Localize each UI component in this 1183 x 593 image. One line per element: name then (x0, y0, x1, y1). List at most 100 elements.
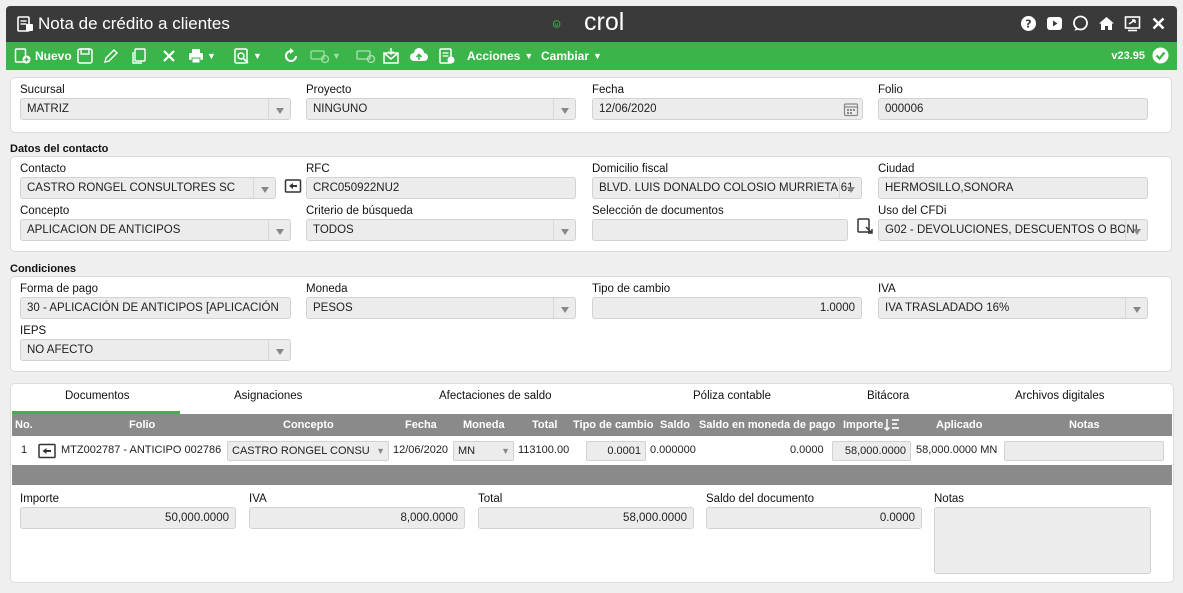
row-notas-input[interactable] (1004, 441, 1164, 461)
tab-archivos-digitales[interactable]: Archivos digitales (1015, 390, 1104, 402)
copy-document-icon[interactable] (130, 47, 148, 65)
domicilio-select[interactable]: BLVD. LUIS DONALDO COLOSIO MURRIETA 61 (592, 177, 862, 199)
proyecto-value: NINGUNO (313, 103, 368, 115)
moneda-select[interactable]: PESOS (306, 297, 576, 319)
seleccion-input[interactable] (592, 219, 848, 241)
tab-documentos[interactable]: Documentos (65, 390, 130, 402)
add-relation-icon (310, 50, 330, 64)
open-document-icon[interactable] (38, 443, 56, 459)
seleccion-label: Selección de documentos (592, 205, 724, 217)
ciudad-input[interactable]: HERMOSILLO,SONORA (878, 177, 1148, 199)
chevron-down-icon (553, 99, 575, 119)
fecha-input[interactable]: 12/06/2020 (592, 98, 863, 120)
video-icon[interactable] (1046, 15, 1063, 32)
contacto-value: CASTRO RONGEL CONSULTORES SC (27, 182, 236, 194)
col-tipo-cambio[interactable]: Tipo de cambio (573, 419, 653, 431)
send-email-icon[interactable] (382, 47, 400, 65)
col-saldo-moneda-pago[interactable]: Saldo en moneda de pago (699, 419, 835, 431)
home-icon[interactable] (1098, 15, 1115, 32)
cloud-upload-icon[interactable] (409, 47, 429, 65)
edit-icon[interactable] (102, 47, 120, 65)
grid-footer-bar (12, 465, 1172, 485)
cambiar-menu[interactable]: Cambiar ▼ (541, 47, 602, 65)
row-tipo-cambio-input[interactable]: 0.0001 (586, 441, 646, 461)
col-moneda[interactable]: Moneda (463, 419, 505, 431)
tab-poliza-contable[interactable]: Póliza contable (693, 390, 771, 402)
col-total[interactable]: Total (532, 419, 557, 431)
row-concepto-select[interactable]: CASTRO RONGEL CONSULTORES SC ▼ (227, 441, 389, 461)
row-concepto: CASTRO RONGEL CONSULTORES SC (232, 445, 370, 457)
close-icon[interactable] (1150, 15, 1167, 32)
screen-share-icon[interactable] (1124, 15, 1141, 32)
rfc-input[interactable]: CRC050922NU2 (306, 177, 576, 199)
rfc-value: CRC050922NU2 (313, 182, 400, 194)
document-list-icon[interactable] (438, 47, 456, 65)
uso-cfdi-select[interactable]: G02 - DEVOLUCIONES, DESCUENTOS O BONI (878, 219, 1148, 241)
concepto-label: Concepto (20, 205, 70, 217)
uso-cfdi-value: G02 - DEVOLUCIONES, DESCUENTOS O BONI (885, 224, 1138, 236)
print-icon (189, 49, 203, 64)
select-documents-icon[interactable] (856, 217, 874, 235)
cambiar-menu-label: Cambiar (541, 49, 590, 63)
help-icon[interactable]: ? (1020, 15, 1037, 32)
importe-total-input[interactable]: 50,000.0000 (20, 507, 236, 529)
folio-input[interactable]: 000006 (878, 98, 1148, 120)
chevron-down-icon: ▼ (332, 51, 341, 61)
col-aplicado[interactable]: Aplicado (936, 419, 982, 431)
saldo-documento-input[interactable]: 0.0000 (706, 507, 922, 529)
tab-bitacora[interactable]: Bitácora (867, 390, 909, 402)
criterio-select[interactable]: TODOS (306, 219, 576, 241)
total-input[interactable]: 58,000.0000 (478, 507, 694, 529)
forma-pago-select[interactable]: 30 - APLICACIÓN DE ANTICIPOS [APLICACIÓN (20, 297, 291, 319)
col-concepto[interactable]: Concepto (283, 419, 334, 431)
ieps-select[interactable]: NO AFECTO (20, 339, 291, 361)
sucursal-label: Sucursal (20, 84, 65, 96)
calendar-icon[interactable] (843, 101, 859, 117)
sucursal-value: MATRIZ (27, 103, 69, 115)
col-importe[interactable]: Importe (843, 419, 883, 431)
concepto-value: APLICACION DE ANTICIPOS (27, 224, 181, 236)
cancel-icon[interactable] (160, 47, 178, 65)
concepto-select[interactable]: APLICACION DE ANTICIPOS (20, 219, 291, 241)
contacto-select[interactable]: CASTRO RONGEL CONSULTORES SC (20, 177, 276, 199)
remove-relation-icon[interactable] (356, 47, 376, 65)
saldo-documento-value: 0.0000 (879, 512, 915, 524)
col-folio[interactable]: Folio (129, 419, 155, 431)
row-moneda-select[interactable]: MN ▼ (453, 441, 514, 461)
criterio-value: TODOS (313, 224, 354, 236)
sucursal-select[interactable]: MATRIZ (20, 98, 291, 120)
notas-textarea[interactable] (934, 507, 1151, 574)
print-button[interactable]: ▼ (187, 47, 216, 65)
col-no[interactable]: No. (15, 419, 33, 431)
tipo-cambio-input[interactable]: 1.0000 (592, 297, 862, 319)
iva-total-input[interactable]: 8,000.0000 (249, 507, 465, 529)
moneda-value: PESOS (313, 302, 353, 314)
save-icon[interactable] (76, 47, 94, 65)
sort-icon[interactable] (884, 417, 900, 432)
col-notas[interactable]: Notas (1069, 419, 1100, 431)
proyecto-select[interactable]: NINGUNO (306, 98, 576, 120)
iva-select[interactable]: IVA TRASLADADO 16% (878, 297, 1148, 319)
col-saldo[interactable]: Saldo (660, 419, 690, 431)
ieps-value: NO AFECTO (27, 344, 94, 356)
tab-asignaciones[interactable]: Asignaciones (234, 390, 302, 402)
acciones-menu[interactable]: Acciones ▼ (467, 47, 533, 65)
iva-value: IVA TRASLADADO 16% (885, 302, 1010, 314)
new-button-label: Nuevo (35, 49, 72, 63)
refresh-icon[interactable] (282, 47, 300, 65)
row-no: 1 (21, 444, 28, 456)
row-importe-input[interactable]: 58,000.0000 (832, 441, 911, 461)
add-relation-button[interactable]: ▼ (310, 47, 341, 65)
tab-afectaciones-saldo[interactable]: Afectaciones de saldo (439, 390, 552, 402)
tipo-cambio-value: 1.0000 (819, 302, 855, 314)
col-fecha[interactable]: Fecha (405, 419, 437, 431)
check-circle-icon[interactable] (1152, 47, 1169, 64)
new-button[interactable]: Nuevo (14, 47, 72, 65)
folio-label: Folio (878, 84, 903, 96)
preview-button[interactable]: ▼ (233, 47, 262, 65)
open-contact-icon[interactable] (284, 177, 302, 195)
moneda-label: Moneda (306, 283, 348, 295)
table-row[interactable]: 1 MTZ002787 - ANTICIPO 002786 CASTRO RON… (12, 437, 1172, 465)
chat-icon[interactable] (1072, 15, 1089, 32)
chevron-down-icon (253, 178, 275, 198)
